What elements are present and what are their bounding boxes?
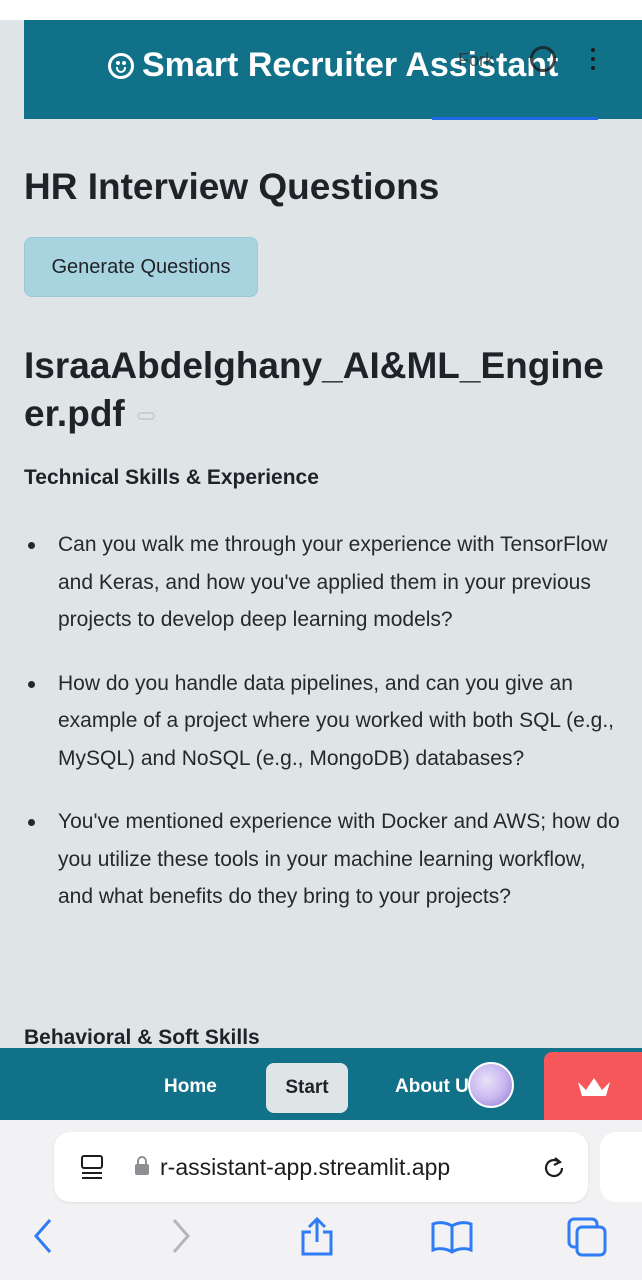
streamlit-badge[interactable] xyxy=(544,1052,642,1120)
nav-home[interactable]: Home xyxy=(164,1076,217,1098)
file-title: IsraaAbdelghany_AI&ML_Engineer.pdf xyxy=(24,342,624,438)
kebab-menu-icon[interactable] xyxy=(590,48,596,70)
app-canvas: Smart Recruiter Assistant Fork HR Interv… xyxy=(0,0,642,1120)
url-text: r-assistant-app.streamlit.app xyxy=(160,1154,451,1180)
github-icon[interactable] xyxy=(530,46,556,72)
section-heading-behavioral: Behavioral & Soft Skills xyxy=(24,1026,260,1049)
list-item: You've mentioned experience with Docker … xyxy=(24,803,624,916)
smiley-icon xyxy=(108,52,134,79)
nav-about[interactable]: About Us xyxy=(395,1076,475,1098)
list-item: How do you handle data pipelines, and ca… xyxy=(24,665,624,778)
bottom-nav: Home Start About Us xyxy=(0,1048,642,1120)
file-title-text: IsraaAbdelghany_AI&ML_Engineer.pdf xyxy=(24,345,604,434)
fork-link[interactable]: Fork xyxy=(458,50,494,71)
section-heading-technical: Technical Skills & Experience xyxy=(24,466,319,489)
crown-icon xyxy=(578,1078,610,1096)
share-icon[interactable] xyxy=(298,1216,336,1258)
header-underline xyxy=(432,117,598,120)
lock-icon xyxy=(135,1156,149,1175)
app-title-text: Smart Recruiter Assistant xyxy=(142,46,559,84)
forward-icon[interactable] xyxy=(168,1216,194,1256)
left-gutter xyxy=(0,20,24,1120)
browser-chrome: r-assistant-app.streamlit.app xyxy=(0,1120,642,1280)
nav-start[interactable]: Start xyxy=(266,1063,348,1113)
bookmarks-icon[interactable] xyxy=(430,1216,474,1256)
app-header: Smart Recruiter Assistant Fork xyxy=(24,20,642,120)
questions-list: Can you walk me through your experience … xyxy=(24,526,624,942)
page-title: HR Interview Questions xyxy=(24,166,440,207)
status-bar xyxy=(0,0,642,20)
address-bar[interactable]: r-assistant-app.streamlit.app xyxy=(54,1132,588,1202)
reader-mode-icon[interactable] xyxy=(80,1154,104,1180)
reload-icon[interactable] xyxy=(540,1154,568,1182)
generate-questions-button[interactable]: Generate Questions xyxy=(24,237,258,297)
avatar[interactable] xyxy=(468,1062,514,1108)
list-item: Can you walk me through your experience … xyxy=(24,526,624,639)
anchor-link-icon[interactable] xyxy=(136,412,155,421)
next-tab-preview[interactable] xyxy=(600,1132,642,1202)
back-icon[interactable] xyxy=(30,1216,56,1256)
tabs-icon[interactable] xyxy=(566,1216,608,1258)
